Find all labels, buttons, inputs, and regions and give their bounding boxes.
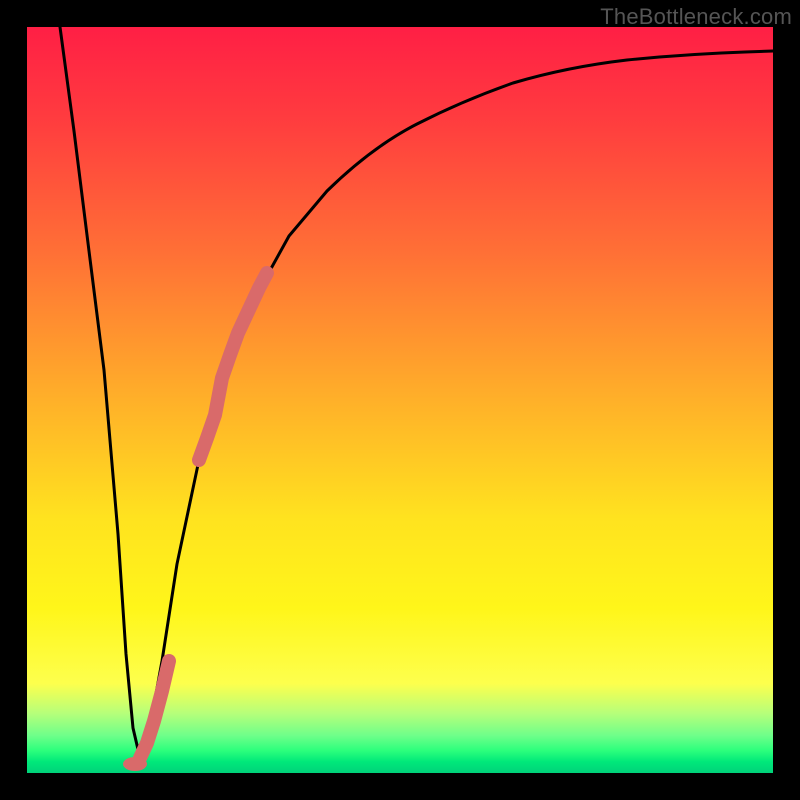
- highlight-segment-lower: [140, 661, 169, 758]
- bottleneck-curve: [60, 27, 773, 758]
- valley-marker: [123, 757, 147, 771]
- highlight-segment-upper: [199, 273, 267, 460]
- watermark-text: TheBottleneck.com: [600, 4, 792, 30]
- chart-frame: TheBottleneck.com: [0, 0, 800, 800]
- curve-svg: [27, 27, 773, 773]
- plot-area: [27, 27, 773, 773]
